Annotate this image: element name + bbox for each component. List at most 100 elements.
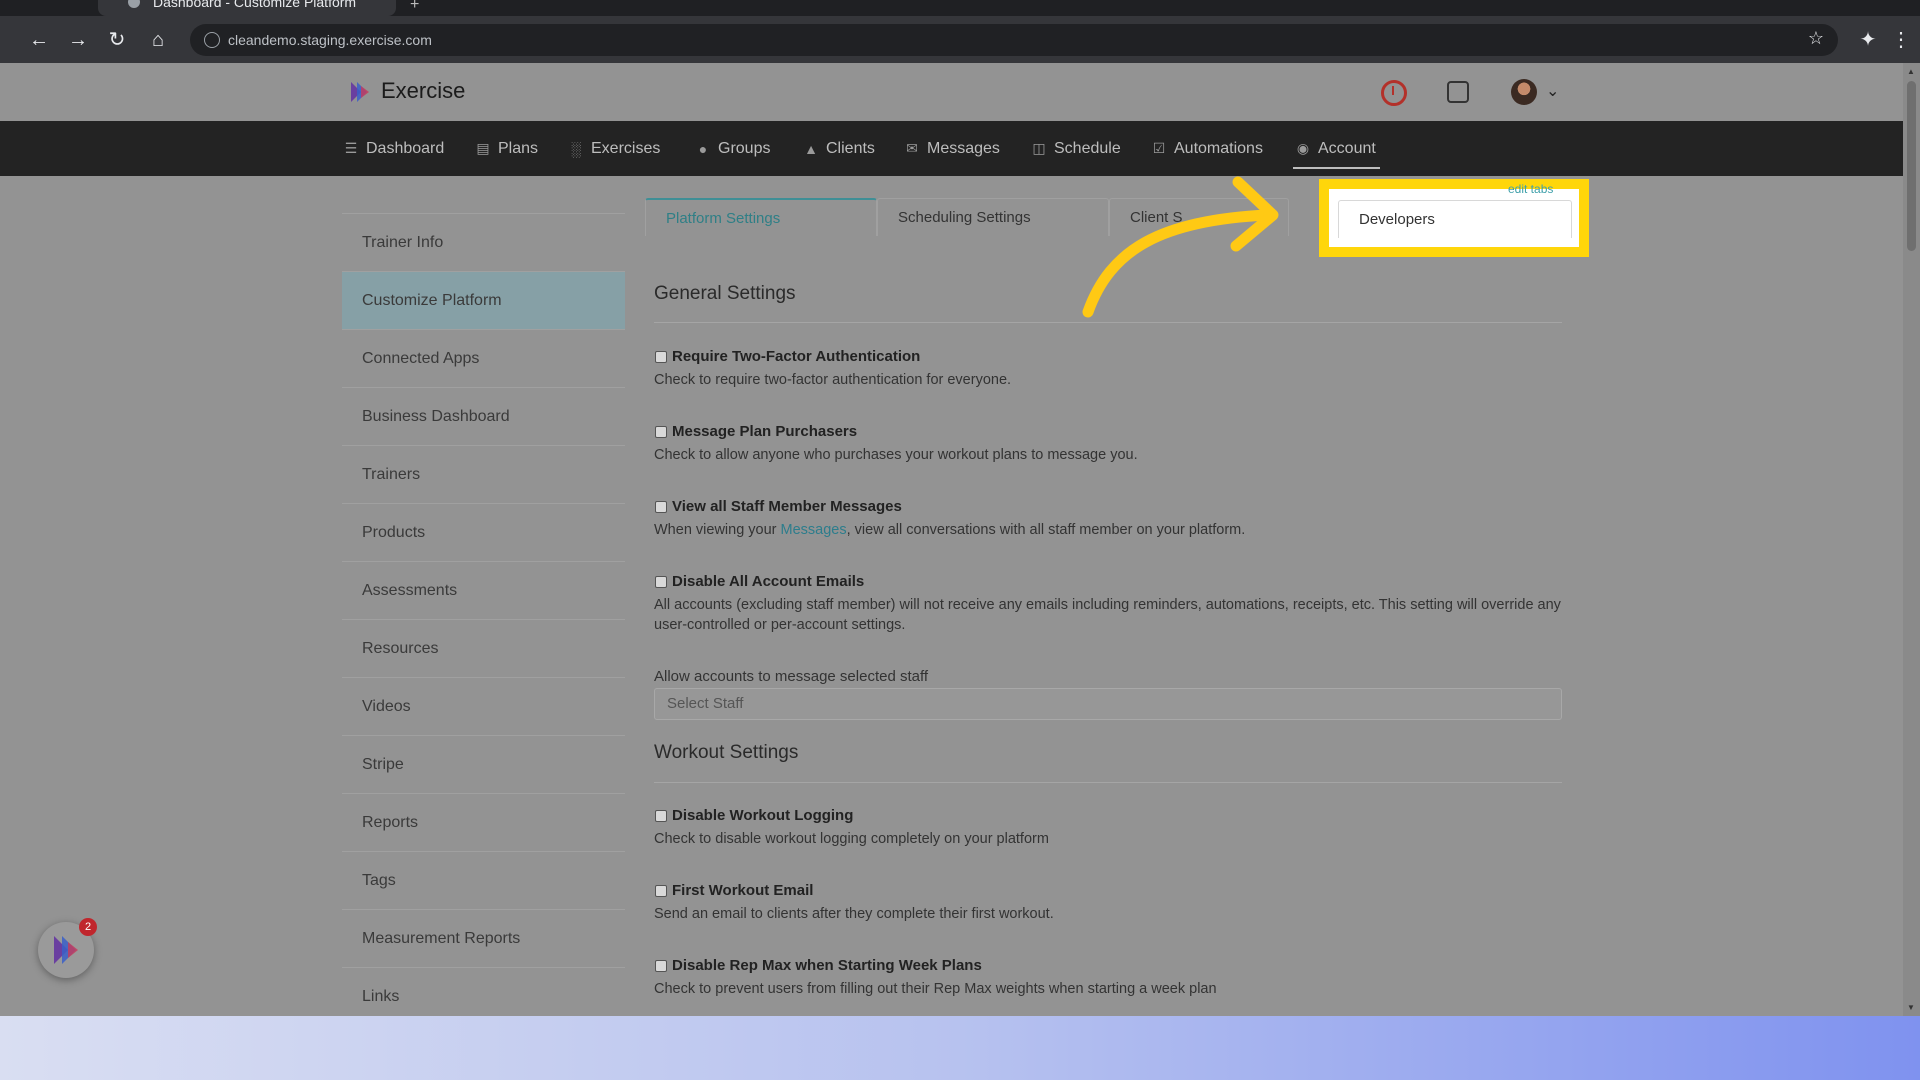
messages-link[interactable]: Messages — [781, 522, 847, 538]
sidebar-item-products[interactable]: Products — [342, 503, 625, 561]
sidebar-item-label: Resources — [362, 639, 439, 657]
tab-favicon-icon — [128, 0, 140, 8]
tab-title: Dashboard - Customize Platform — [153, 0, 357, 10]
nav-messages[interactable]: ✉ Messages — [904, 121, 1000, 176]
nav-label: Messages — [927, 139, 1000, 157]
users-icon: ● — [698, 140, 708, 157]
select-staff-input[interactable]: Select Staff — [654, 688, 1562, 720]
callout-arrow-icon — [1082, 176, 1279, 318]
nav-plans[interactable]: ▤ Plans — [475, 121, 538, 176]
section-divider — [654, 322, 1562, 323]
sidebar-item-trainer-info[interactable]: Trainer Info — [342, 213, 625, 271]
nav-label: Groups — [718, 139, 771, 157]
user-circle-icon: ◉ — [1296, 140, 1310, 156]
sidebar-item-label: Reports — [362, 813, 419, 831]
nav-schedule[interactable]: ◫ Schedule — [1031, 121, 1121, 176]
desc-text: When viewing your — [654, 522, 781, 538]
tab-label: Developers — [1359, 211, 1435, 228]
sidebar-item-business-dashboard[interactable]: Business Dashboard — [342, 387, 625, 445]
scroll-down-icon[interactable]: ▼ — [1907, 1003, 1915, 1012]
nav-account[interactable]: ◉ Account — [1293, 121, 1380, 176]
disable-emails-checkbox[interactable] — [655, 576, 667, 588]
sidebar-item-label: Connected Apps — [362, 349, 480, 367]
sidebar-item-trainers[interactable]: Trainers — [342, 445, 625, 503]
nav-label: Schedule — [1054, 139, 1121, 157]
browser-toolbar: ← → ↻ ⌂ cleandemo.staging.exercise.com ☆… — [0, 16, 1920, 63]
sidebar-item-label: Customize Platform — [362, 291, 502, 309]
nav-label: Dashboard — [366, 139, 445, 157]
setting-label[interactable]: Disable Workout Logging — [672, 807, 853, 824]
extensions-puzzle-icon[interactable]: ✦ — [1853, 25, 1883, 55]
nav-automations[interactable]: ☑ Automations — [1151, 121, 1263, 176]
disable-rep-max-checkbox[interactable] — [655, 960, 667, 972]
site-info-icon[interactable] — [204, 32, 220, 48]
sidebar-item-measurement-reports[interactable]: Measurement Reports — [342, 909, 625, 967]
setting-description: Send an email to clients after they comp… — [654, 906, 1054, 922]
scroll-thumb[interactable] — [1907, 81, 1916, 251]
brand-name[interactable]: Exercise — [381, 78, 465, 104]
clock-icon[interactable] — [1381, 80, 1407, 106]
two-factor-checkbox[interactable] — [655, 351, 667, 363]
browser-tab[interactable]: Dashboard - Customize Platform — [98, 0, 396, 16]
url-text: cleandemo.staging.exercise.com — [228, 32, 432, 48]
setting-label[interactable]: Require Two-Factor Authentication — [672, 348, 920, 365]
setting-label[interactable]: Disable Rep Max when Starting Week Plans — [672, 957, 982, 974]
tab-platform-settings[interactable]: Platform Settings — [645, 198, 877, 236]
nav-exercises[interactable]: ░ Exercises — [568, 121, 660, 176]
bottom-gradient-band — [0, 1016, 1920, 1080]
avatar[interactable] — [1511, 79, 1537, 105]
first-workout-email-checkbox[interactable] — [655, 885, 667, 897]
reload-icon[interactable]: ↻ — [102, 25, 132, 55]
exercise-logo-icon[interactable] — [347, 80, 371, 104]
message-purchasers-checkbox[interactable] — [655, 426, 667, 438]
view-staff-messages-checkbox[interactable] — [655, 501, 667, 513]
sidebar-item-assessments[interactable]: Assessments — [342, 561, 625, 619]
sidebar-item-tags[interactable]: Tags — [342, 851, 625, 909]
account-sidebar: Trainer Info Customize Platform Connecte… — [342, 213, 625, 1025]
sidebar-item-videos[interactable]: Videos — [342, 677, 625, 735]
bookmark-star-icon[interactable]: ☆ — [1808, 28, 1824, 49]
sidebar-item-reports[interactable]: Reports — [342, 793, 625, 851]
nav-groups[interactable]: ● Groups — [695, 121, 771, 176]
desc-text: , view all conversations with all staff … — [846, 522, 1246, 538]
home-icon[interactable]: ⌂ — [143, 25, 173, 55]
square-icon[interactable] — [1447, 81, 1469, 103]
tab-developers[interactable]: Developers — [1338, 200, 1572, 238]
edit-tabs-link[interactable]: edit tabs — [1508, 182, 1553, 196]
dumbbell-icon: ░ — [571, 140, 581, 157]
back-icon[interactable]: ← — [24, 25, 54, 55]
forward-icon[interactable]: → — [63, 25, 93, 55]
chevron-down-icon[interactable]: ⌄ — [1546, 81, 1559, 101]
sidebar-item-stripe[interactable]: Stripe — [342, 735, 625, 793]
tab-label: Scheduling Settings — [898, 209, 1031, 226]
sidebar-item-resources[interactable]: Resources — [342, 619, 625, 677]
setting-label[interactable]: First Workout Email — [672, 882, 813, 899]
nav-dashboard[interactable]: ☰ Dashboard — [343, 121, 445, 176]
page-scrollbar[interactable]: ▲ ▼ — [1903, 63, 1920, 1016]
scroll-up-icon[interactable]: ▲ — [1907, 67, 1915, 76]
workout-settings-title: Workout Settings — [654, 742, 799, 763]
app-header: Exercise ⌄ — [0, 63, 1903, 121]
address-bar[interactable]: cleandemo.staging.exercise.com ☆ — [190, 24, 1838, 56]
sidebar-item-label: Trainers — [362, 465, 421, 483]
new-tab-icon[interactable]: + — [410, 0, 419, 14]
sidebar-item-label: Business Dashboard — [362, 407, 510, 425]
setting-label[interactable]: Disable All Account Emails — [672, 573, 864, 590]
sidebar-item-label: Trainer Info — [362, 233, 444, 251]
sidebar-item-connected-apps[interactable]: Connected Apps — [342, 329, 625, 387]
list-icon: ☰ — [344, 140, 358, 156]
disable-logging-checkbox[interactable] — [655, 810, 667, 822]
setting-label[interactable]: View all Staff Member Messages — [672, 498, 902, 515]
browser-menu-icon[interactable]: ⋮ — [1886, 25, 1916, 55]
envelope-icon: ✉ — [906, 140, 918, 156]
sidebar-item-customize-platform[interactable]: Customize Platform — [342, 271, 625, 329]
staff-field-label: Allow accounts to message selected staff — [654, 668, 929, 685]
book-icon: ◫ — [1032, 140, 1046, 156]
nav-clients[interactable]: ▲ Clients — [803, 121, 875, 176]
check-square-icon: ☑ — [1152, 140, 1166, 156]
help-widget-button[interactable]: 2 — [38, 918, 97, 978]
general-settings-title: General Settings — [654, 283, 796, 304]
nav-label: Exercises — [591, 139, 661, 157]
setting-label[interactable]: Message Plan Purchasers — [672, 423, 857, 440]
sidebar-item-label: Assessments — [362, 581, 458, 599]
